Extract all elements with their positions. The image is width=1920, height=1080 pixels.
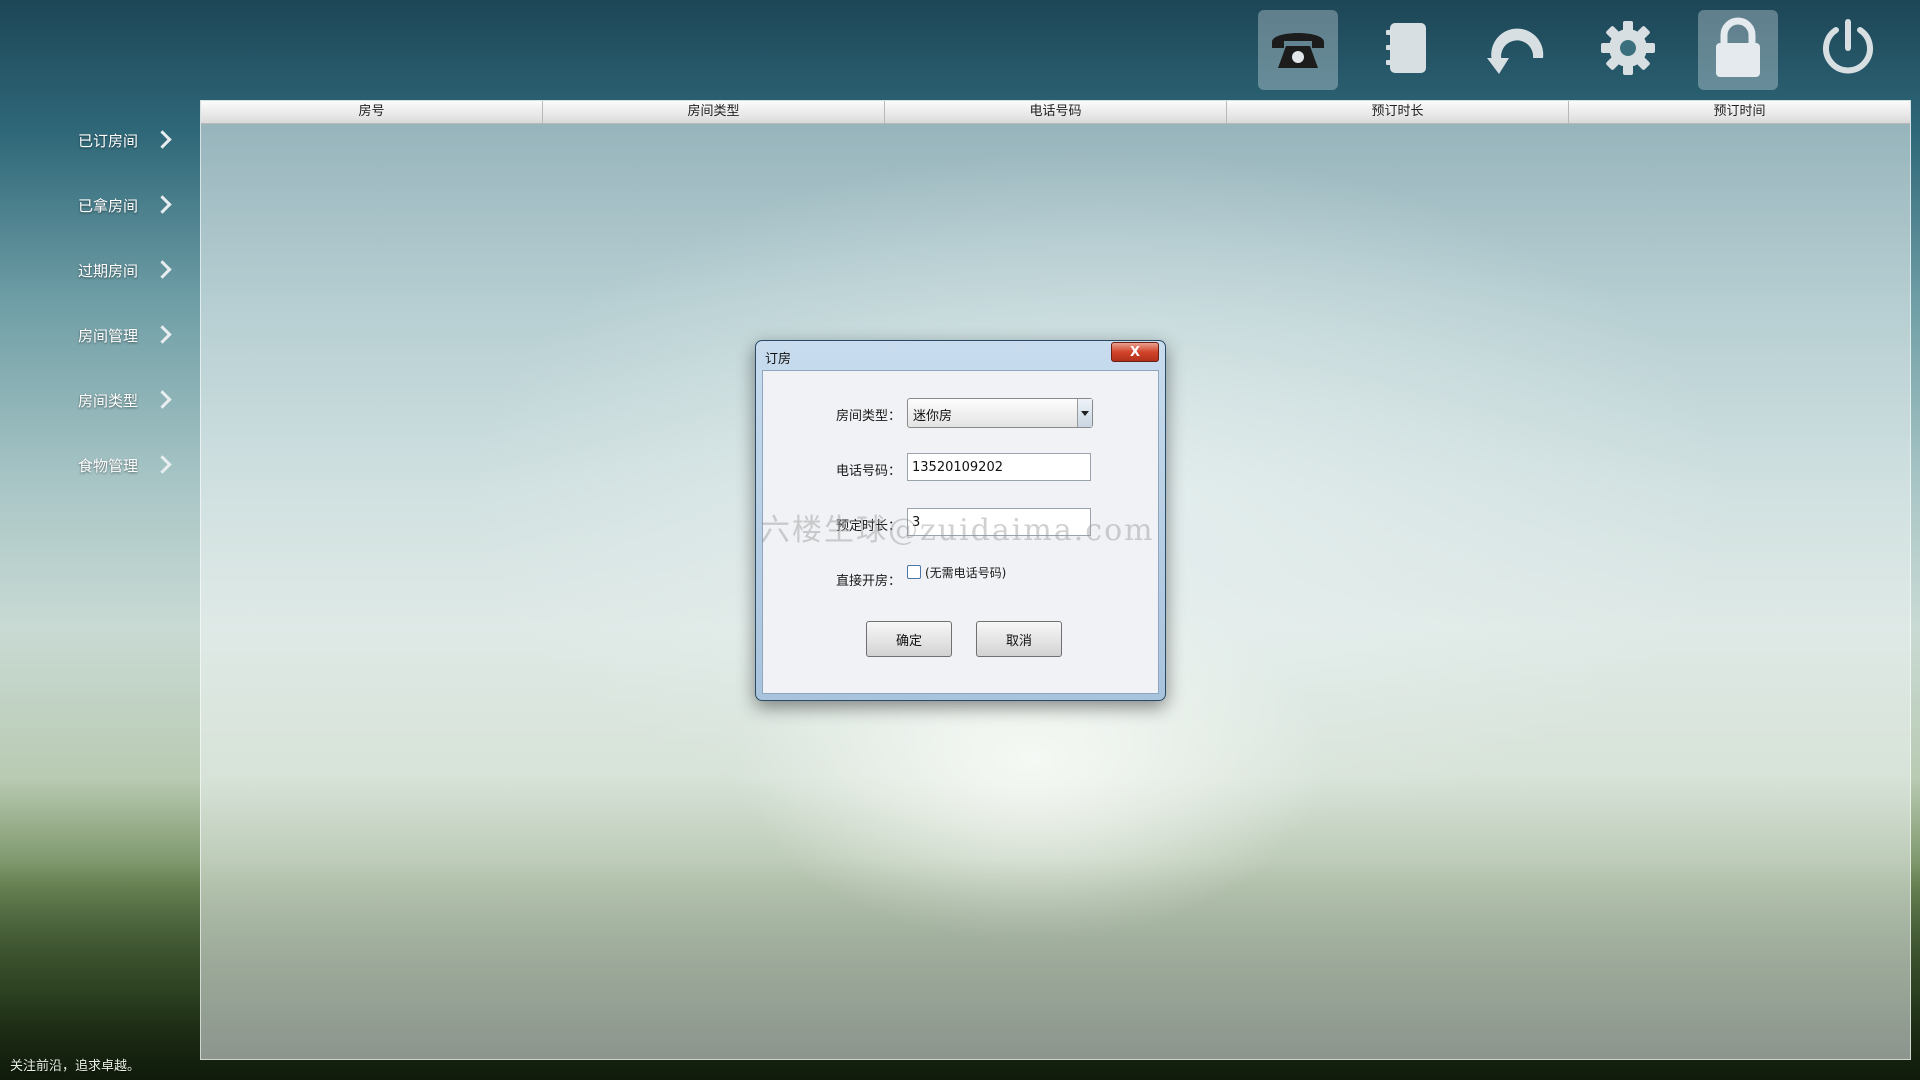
sidebar-item-expired-rooms[interactable]: 过期房间 [0,250,200,290]
dialog-body: 房间类型： 迷你房 电话号码： 预定时长： 直接开房： (无需电话号码) 确定 … [762,370,1159,694]
telephone-icon [1266,22,1330,78]
sidebar-item-label: 食物管理 [78,456,139,475]
confirm-button[interactable]: 确定 [866,621,952,657]
table-header: 房号 房间类型 电话号码 预订时长 预订时间 [201,101,1910,124]
app-window: 已订房间 已拿房间 过期房间 房间管理 房间类型 食物管理 房号 房间类型 电话 [0,0,1920,1080]
sidebar-item-label: 房间类型 [78,391,139,410]
duration-input[interactable] [907,508,1091,536]
room-type-select[interactable]: 迷你房 [907,398,1093,428]
column-header-room-type[interactable]: 房间类型 [543,101,885,123]
lock-button[interactable] [1698,10,1778,90]
room-type-value: 迷你房 [913,409,953,424]
column-header-booking-time[interactable]: 预订时间 [1569,101,1910,123]
sidebar-item-label: 过期房间 [78,261,139,280]
chevron-right-icon [153,325,172,344]
chevron-down-icon [1081,411,1089,416]
direct-checkin-checkbox[interactable] [907,565,921,579]
sidebar-item-room-management[interactable]: 房间管理 [0,315,200,355]
dialog-titlebar[interactable]: 订房 X [756,341,1165,369]
refresh-icon [1485,20,1551,80]
close-icon: X [1129,344,1141,360]
chevron-right-icon [153,390,172,409]
column-header-phone[interactable]: 电话号码 [885,101,1227,123]
notebook-icon [1382,20,1434,80]
direct-checkin-label: 直接开房： [835,574,901,589]
sidebar-item-booked-rooms[interactable]: 已订房间 [0,120,200,160]
duration-label: 预定时长： [835,519,901,534]
dropdown-button[interactable] [1077,399,1092,427]
notebook-button[interactable] [1368,10,1448,90]
refresh-button[interactable] [1478,10,1558,90]
phone-button[interactable] [1258,10,1338,90]
chevron-right-icon [153,130,172,149]
phone-label: 电话号码： [835,464,901,479]
cancel-button[interactable]: 取消 [976,621,1062,657]
sidebar-item-label: 已拿房间 [78,196,139,215]
chevron-right-icon [153,260,172,279]
power-button[interactable] [1808,10,1888,90]
dialog-title: 订房 [765,352,792,367]
column-header-room-number[interactable]: 房号 [201,101,543,123]
sidebar-item-label: 已订房间 [78,131,139,150]
booking-dialog: 订房 X 房间类型： 迷你房 电话号码： 预定时长： 直接开房： (无需电话号码… [755,340,1166,701]
room-type-label: 房间类型： [835,409,901,424]
lock-icon [1712,17,1764,83]
sidebar-item-occupied-rooms[interactable]: 已拿房间 [0,185,200,225]
close-button[interactable]: X [1111,342,1159,362]
phone-input[interactable] [907,453,1091,481]
sidebar-item-room-types[interactable]: 房间类型 [0,380,200,420]
power-icon [1818,18,1878,82]
direct-checkin-hint: (无需电话号码) [925,566,1007,580]
chevron-right-icon [153,195,172,214]
sidebar-item-label: 房间管理 [78,326,139,345]
footer-slogan: 关注前沿，追求卓越。 [10,1059,141,1074]
column-header-duration[interactable]: 预订时长 [1227,101,1569,123]
sidebar-item-food-management[interactable]: 食物管理 [0,445,200,485]
chevron-right-icon [153,455,172,474]
settings-button[interactable] [1588,10,1668,90]
gear-icon [1599,19,1657,81]
